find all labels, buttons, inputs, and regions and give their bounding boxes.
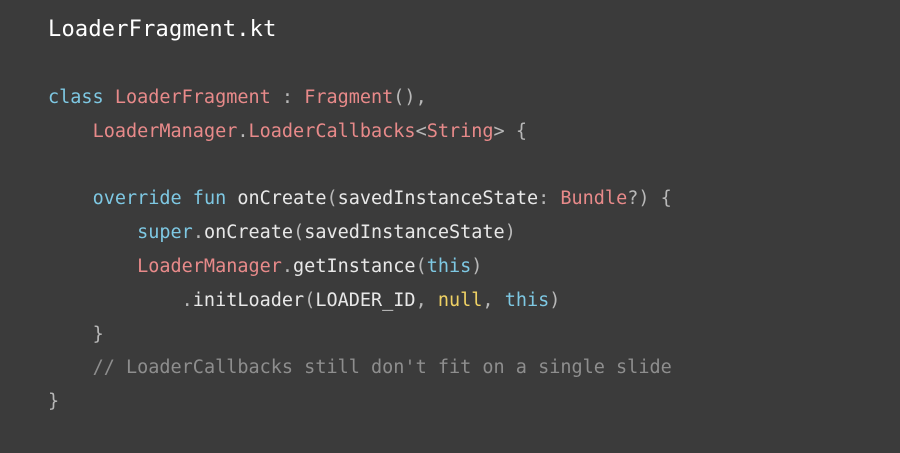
code-token-keyword: super [137,222,193,244]
code-token-punctuation: ) [549,289,561,311]
code-token-type: Bundle [560,188,628,210]
code-token-punctuation: ( [326,188,338,210]
code-token-type: LoaderManager [137,255,282,277]
code-token-plain: getInstance [293,255,416,277]
code-token-punctuation: . [181,289,193,311]
code-line: override fun onCreate(savedInstanceState… [48,182,672,216]
code-line: .initLoader(LOADER_ID, null, this) [48,284,672,318]
code-token-punctuation: , [415,289,438,311]
code-line: LoaderManager.LoaderCallbacks<String> { [48,115,672,149]
code-token-punctuation: ( [415,255,427,277]
code-token-punctuation: : [270,87,305,108]
slide-title: LoaderFragment.kt [48,17,277,42]
code-token-punctuation: ) [471,255,483,277]
code-token-punctuation: (), [393,87,427,108]
code-token-type: LoaderManager [92,120,238,142]
code-token-type: Fragment [304,87,394,108]
code-token-plain: savedInstanceState [337,188,539,210]
code-block: class LoaderFragment : Fragment(), Loade… [48,81,672,419]
code-line: class LoaderFragment : Fragment(), [48,81,672,115]
code-token-literal: null [437,289,483,311]
code-token-plain: onCreate [203,222,294,244]
code-token-plain: LOADER_ID [315,289,416,311]
code-token-punctuation: . [192,222,204,244]
code-token-plain: initLoader [192,289,305,311]
code-token-punctuation: . [281,255,294,277]
code-token-punctuation: ( [304,289,316,311]
code-token-punctuation: } [92,323,104,345]
code-token-punctuation: : [538,188,561,210]
code-token-keyword: this [426,255,472,277]
code-token-punctuation: < [415,120,427,142]
code-token-keyword: class [48,87,115,108]
code-token-punctuation: . [237,120,249,142]
code-token-punctuation: > { [493,120,527,142]
code-line: LoaderManager.getInstance(this) [48,250,672,284]
code-token-keyword: override fun [92,188,238,210]
code-token-comment: // LoaderCallbacks still don't fit on a … [92,357,672,379]
code-token-punctuation: } [48,391,60,413]
code-token-type: String [426,120,494,142]
code-token-plain: onCreate [237,188,327,210]
code-token-punctuation: ?) { [627,188,672,210]
slide: LoaderFragment.kt class LoaderFragment :… [0,0,900,453]
code-line: } [48,318,672,352]
code-line: // LoaderCallbacks still don't fit on a … [48,351,672,385]
code-line: super.onCreate(savedInstanceState) [48,216,672,250]
code-token-keyword: this [504,289,550,311]
code-token-punctuation: , [482,289,505,311]
code-line: } [48,385,672,419]
code-token-type: LoaderCallbacks [248,120,416,142]
code-token-punctuation: ) [504,222,516,244]
code-token-plain: savedInstanceState [304,222,505,244]
code-token-type: LoaderFragment [114,87,271,108]
code-token-punctuation: ( [293,222,305,244]
